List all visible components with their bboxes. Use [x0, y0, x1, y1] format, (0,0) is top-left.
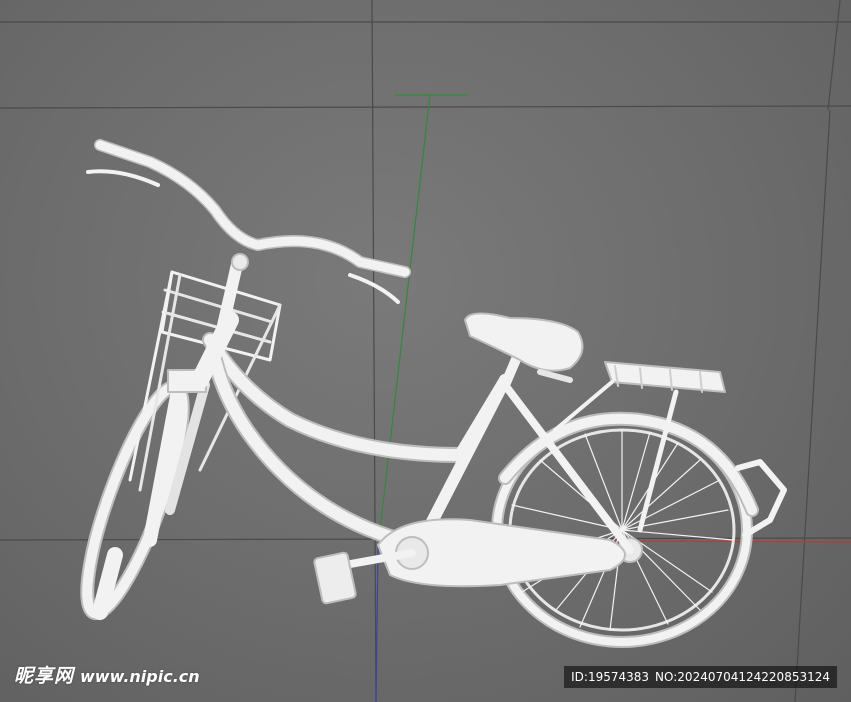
- watermark-logo: 昵享网: [14, 665, 75, 687]
- front-wheel: [80, 379, 190, 621]
- grid-line-vertical: [827, 0, 841, 111]
- grid-line-horizontal: [0, 105, 851, 109]
- axis-z-line: [375, 547, 379, 702]
- saddle: [464, 312, 584, 390]
- watermark-nipic: 昵享网 www.nipic.cn: [14, 661, 200, 688]
- bicycle-model: [80, 139, 787, 648]
- image-id-badge: ID:19574383 NO:20240704124220853124: [564, 666, 837, 688]
- axis-y-line: [377, 94, 431, 549]
- watermark-url: www.nipic.cn: [80, 667, 200, 686]
- 3d-viewport: 昵享网 www.nipic.cn ID:19574383 NO:20240704…: [0, 0, 851, 702]
- handlebars: [86, 139, 411, 336]
- axis-gizmo: [375, 94, 851, 702]
- viewport-scene: [0, 0, 851, 702]
- grid-line-vertical: [371, 0, 377, 702]
- brake-lever-left: [86, 169, 160, 187]
- image-no-text: NO:20240704124220853124: [655, 670, 830, 684]
- image-id-text: ID:19574383: [571, 670, 650, 684]
- pedal: [313, 551, 357, 605]
- grid-line-vertical: [794, 109, 831, 702]
